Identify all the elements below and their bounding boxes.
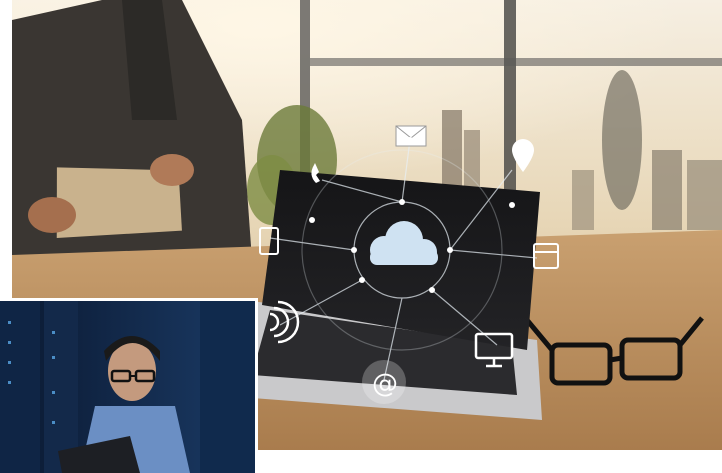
inset-photo bbox=[0, 298, 258, 473]
svg-text:@: @ bbox=[372, 369, 398, 399]
at-sign-icon: @ bbox=[362, 360, 406, 404]
mail-icon bbox=[395, 125, 427, 147]
server-room-scene bbox=[0, 301, 255, 473]
